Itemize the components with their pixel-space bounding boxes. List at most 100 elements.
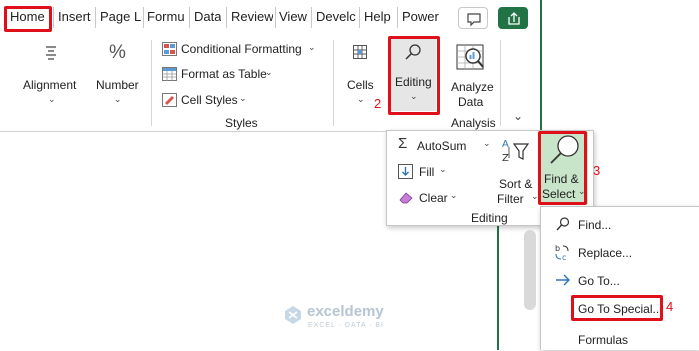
step-2-highlight (388, 36, 440, 115)
cells-label: Cells (347, 78, 374, 92)
cell-styles-label: Cell Styles (181, 93, 238, 107)
svg-text:b: b (555, 244, 560, 253)
number-label: Number (96, 78, 139, 92)
chevron-down-icon: ⌄ (439, 164, 447, 174)
step-1-highlight (4, 6, 52, 32)
share-icon (508, 12, 520, 25)
conditional-formatting-label: Conditional Formatting (181, 42, 302, 56)
tab-separator (226, 7, 227, 28)
tab-page-layout[interactable]: Page L (100, 9, 142, 24)
watermark-name: exceldemy (307, 303, 384, 320)
sort-filter-icon: A Z (502, 139, 530, 164)
comments-button[interactable] (458, 7, 488, 29)
percent-icon: % (109, 42, 126, 63)
tab-formulas[interactable]: Formu (147, 9, 187, 24)
tab-separator (397, 7, 398, 28)
svg-text:c: c (562, 253, 566, 262)
cell-styles-button[interactable]: Cell Styles ⌄ (160, 92, 255, 110)
ribbon-home: Alignment ⌄ % Number ⌄ Conditional Forma… (0, 36, 541, 132)
number-button[interactable]: % Number ⌄ (92, 40, 148, 110)
eraser-icon (399, 192, 413, 204)
exceldemy-logo-icon (285, 306, 301, 324)
tab-separator (53, 7, 54, 28)
chevron-down-icon: ⌄ (239, 93, 247, 103)
chevron-down-icon: ⌄ (265, 67, 273, 77)
editing-group-label: Editing (471, 211, 508, 225)
tab-separator (189, 7, 190, 28)
tab-separator (311, 7, 312, 28)
clear-label: Clear (419, 191, 448, 205)
group-separator (333, 40, 334, 126)
comment-icon (467, 13, 481, 27)
alignment-button[interactable]: Alignment ⌄ (18, 40, 88, 110)
fill-down-icon (398, 164, 413, 179)
share-button[interactable] (498, 7, 528, 29)
tab-developer[interactable]: Develc (316, 9, 356, 24)
exceldemy-watermark: exceldemy EXCEL · DATA · BI (283, 302, 423, 334)
window-edge (497, 225, 499, 350)
cell-styles-icon (162, 93, 177, 107)
tab-help[interactable]: Help (364, 9, 391, 24)
search-icon (556, 217, 570, 231)
ribbon-options-button[interactable]: ⌄ (506, 108, 530, 124)
watermark-tagline: EXCEL · DATA · BI (308, 322, 384, 329)
window-edge (540, 0, 542, 132)
analyze-label-line2: Data (458, 95, 484, 109)
tab-separator (275, 7, 276, 28)
goto-label: Go To... (578, 274, 620, 288)
chevron-down-icon: ⌄ (513, 109, 524, 123)
format-as-table-label: Format as Table (181, 67, 267, 81)
step-4-highlight (571, 295, 663, 321)
analyze-data-icon (456, 44, 484, 70)
autosum-label: AutoSum (417, 139, 467, 153)
menu-item-goto[interactable]: Go To... (541, 268, 699, 292)
group-separator (151, 40, 152, 126)
tab-power[interactable]: Power (402, 9, 439, 24)
step-2-number: 2 (374, 96, 382, 111)
tab-view[interactable]: View (279, 9, 307, 24)
chevron-down-icon: ⌄ (450, 190, 458, 200)
find-select-menu: Find... b c Replace... Go To... Go To Sp… (540, 206, 699, 350)
chevron-down-icon: ⌄ (483, 138, 491, 148)
arrow-right-icon (556, 274, 570, 286)
sort-label-line1: Sort & (499, 177, 533, 191)
replace-icon: b c (555, 244, 569, 262)
sort-filter-button[interactable]: A Z Sort & Filter ⌄ (495, 136, 540, 206)
menu-item-replace[interactable]: b c Replace... (541, 240, 699, 264)
table-icon (162, 67, 177, 81)
styles-group-label: Styles (225, 116, 258, 130)
fill-button[interactable]: Fill ⌄ (395, 162, 465, 182)
chevron-down-icon: ⌄ (114, 94, 122, 104)
svg-text:Z: Z (502, 153, 509, 164)
step-3-highlight (538, 131, 587, 205)
menu-item-find[interactable]: Find... (541, 212, 699, 236)
tab-separator (143, 7, 144, 28)
replace-label: Replace... (578, 246, 633, 260)
tab-separator (359, 7, 360, 28)
group-separator (500, 40, 501, 126)
svg-text:A: A (502, 139, 509, 150)
menu-item-formulas[interactable]: Formulas (541, 327, 699, 351)
format-as-table-button[interactable]: Format as Table ⌄ (160, 66, 280, 84)
clear-button[interactable]: Clear ⌄ (395, 188, 475, 208)
alignment-label: Alignment (23, 78, 77, 92)
ribbon-tab-bar: Home Insert Page L Formu Data Review Vie… (0, 0, 532, 36)
analyze-data-button[interactable]: Analyze Data (446, 39, 496, 111)
tab-data[interactable]: Data (194, 9, 221, 24)
align-icon (46, 46, 56, 60)
chevron-down-icon: ⌄ (48, 94, 56, 104)
conditional-formatting-button[interactable]: Conditional Formatting ⌄ (160, 41, 325, 59)
find-label: Find... (578, 218, 612, 232)
autosum-button[interactable]: Σ AutoSum ⌄ (395, 135, 495, 156)
chevron-down-icon: ⌄ (357, 94, 365, 104)
step-4-number: 4 (666, 299, 674, 314)
vertical-scrollbar[interactable] (524, 230, 536, 310)
tab-insert[interactable]: Insert (58, 9, 91, 24)
conditional-formatting-icon (162, 42, 177, 56)
sigma-icon: Σ (398, 135, 408, 152)
analyze-label-line1: Analyze (451, 80, 494, 94)
tab-review[interactable]: Review (231, 9, 273, 24)
sort-label-line2: Filter (497, 192, 524, 206)
chevron-down-icon: ⌄ (308, 42, 316, 52)
analysis-group-label: Analysis (451, 116, 496, 130)
